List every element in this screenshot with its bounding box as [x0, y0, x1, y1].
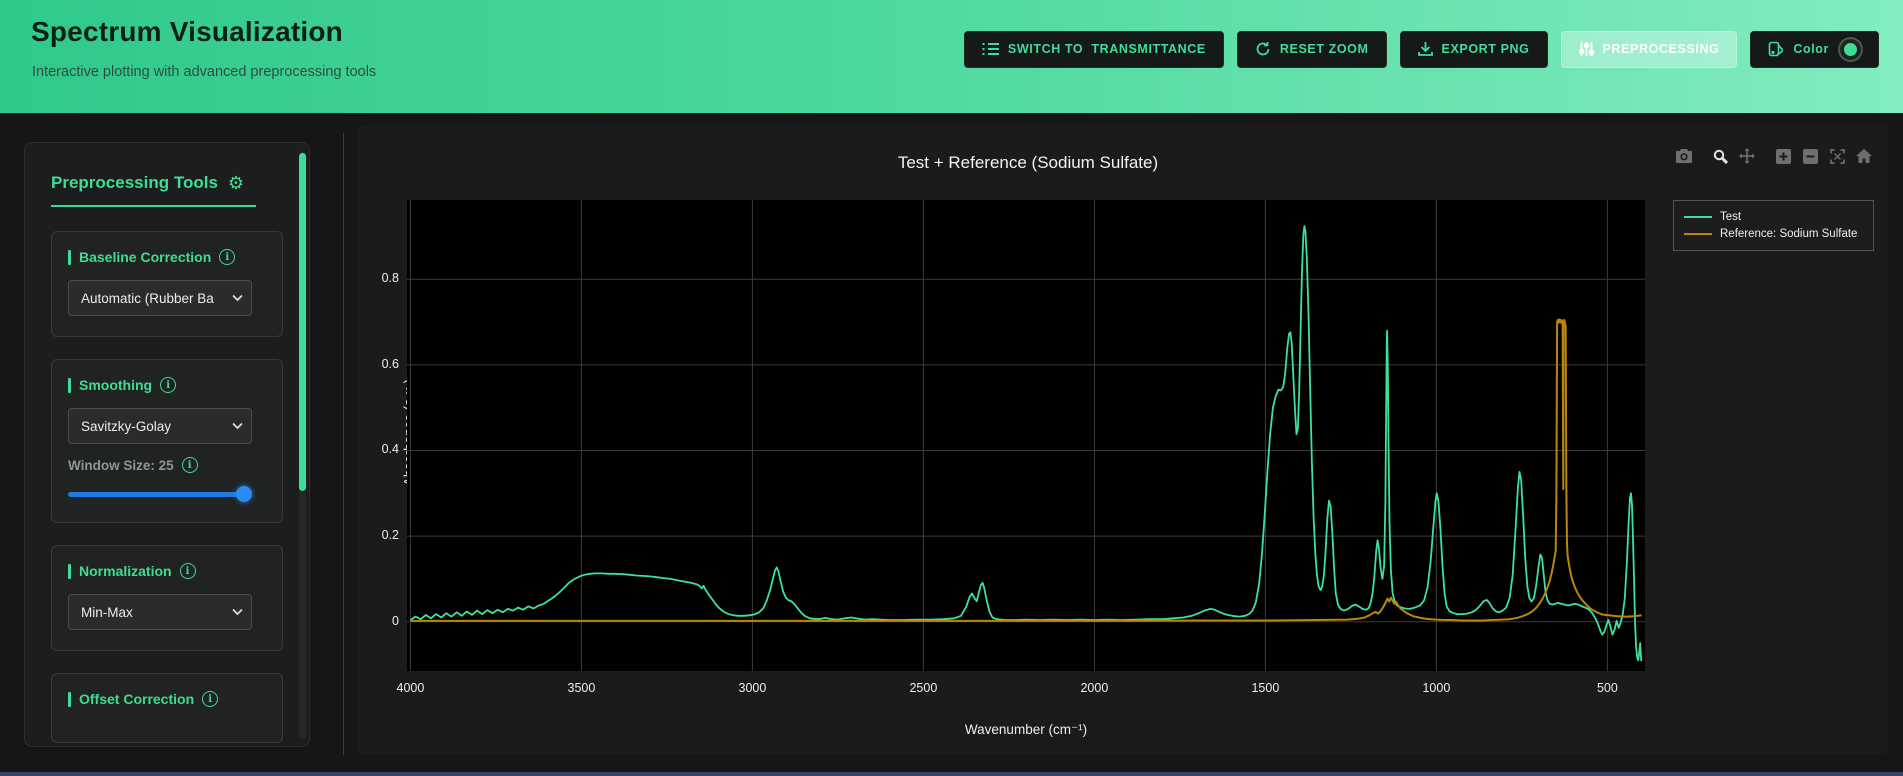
app-subtitle: Interactive plotting with advanced prepr…: [32, 64, 377, 80]
x-tick-label: 3500: [567, 681, 596, 695]
preprocessing-label: PREPROCESSING: [1602, 42, 1720, 56]
accent-bar: [68, 691, 71, 707]
y-tick-label: 0.4: [381, 442, 399, 457]
info-icon[interactable]: i: [179, 563, 196, 579]
info-icon[interactable]: i: [181, 457, 198, 473]
accent-bar: [68, 377, 71, 393]
color-toggle-button[interactable]: Color: [1750, 30, 1879, 68]
smoothing-card: Smoothing i Savitzky-Golay Window Size: …: [51, 359, 283, 523]
refresh-icon: [1255, 41, 1271, 57]
legend-label: Reference: Sodium Sulfate: [1720, 227, 1858, 240]
chart-card: Test + Reference (Sodium Sulfate) Absorb…: [358, 125, 1888, 754]
pan-icon[interactable]: [1737, 147, 1757, 165]
zoom-out-icon[interactable]: [1800, 147, 1820, 165]
smoothing-select[interactable]: Savitzky-Golay: [68, 408, 252, 444]
x-tick-label: 2000: [1080, 681, 1109, 695]
legend-item[interactable]: Test: [1684, 208, 1863, 225]
x-axis-title: Wavenumber (cm⁻¹): [964, 722, 1088, 737]
zoom-in-icon[interactable]: [1773, 147, 1793, 165]
reset-zoom-label: RESET ZOOM: [1279, 42, 1369, 56]
baseline-correction-card: Baseline Correction i Automatic (Rubber …: [51, 231, 283, 337]
info-icon[interactable]: i: [219, 249, 236, 265]
autoscale-icon[interactable]: [1827, 147, 1847, 165]
switch-to-transmittance-button[interactable]: SWITCH TO TRANSMITTANCE: [963, 30, 1224, 68]
accent-bar: [68, 563, 71, 579]
color-label: Color: [1793, 42, 1829, 56]
slider-track[interactable]: [68, 492, 248, 497]
x-tick-label: 1000: [1422, 681, 1451, 695]
panel-divider: [343, 133, 344, 755]
slider-thumb[interactable]: [236, 486, 252, 502]
zoom-icon[interactable]: [1710, 147, 1730, 165]
accent-bar: [68, 249, 71, 265]
info-icon[interactable]: i: [202, 691, 219, 707]
legend-label: Test: [1720, 210, 1742, 223]
header-toolbar: SWITCH TO TRANSMITTANCE RESET ZOOM EXPOR…: [963, 30, 1879, 68]
plot-modebar: [1674, 147, 1874, 165]
sidebar-scrollbar-thumb[interactable]: [299, 153, 306, 491]
color-toggle-knob[interactable]: [1840, 38, 1861, 60]
y-tick-label: 0: [392, 613, 399, 628]
legend-item[interactable]: Reference: Sodium Sulfate: [1684, 225, 1863, 242]
x-tick-label: 4000: [396, 681, 425, 695]
smoothing-title: Smoothing: [79, 377, 153, 393]
normalization-select[interactable]: Min-Max: [68, 594, 252, 630]
home-icon[interactable]: [1854, 147, 1874, 165]
app-title: Spectrum Visualization: [31, 16, 343, 47]
plot-legend: Test Reference: Sodium Sulfate: [1673, 200, 1874, 251]
normalization-card: Normalization i Min-Max: [51, 545, 283, 651]
y-tick-label: 0.2: [381, 528, 399, 543]
sliders-icon: [1578, 41, 1594, 57]
offset-correction-title: Offset Correction: [79, 691, 195, 707]
palette-icon: [1768, 41, 1784, 57]
baseline-correction-title: Baseline Correction: [79, 249, 212, 265]
window-size-label: Window Size: 25: [68, 457, 174, 473]
panel-title-underline: [51, 205, 256, 207]
switch-to-transmittance-label: SWITCH TO TRANSMITTANCE: [1007, 42, 1206, 56]
x-tick-label: 3000: [738, 681, 767, 695]
normalization-title: Normalization: [79, 563, 172, 579]
bottom-accent-bar: [0, 772, 1903, 776]
preprocessing-panel: Preprocessing Tools ⚙ Baseline Correctio…: [24, 142, 310, 747]
info-icon[interactable]: i: [160, 377, 177, 393]
list-icon: [982, 42, 999, 56]
offset-correction-card: Offset Correction i: [51, 673, 283, 743]
app-header: Spectrum Visualization Interactive plott…: [0, 0, 1903, 113]
export-png-label: EXPORT PNG: [1441, 42, 1530, 56]
spectrum-plot: [407, 200, 1645, 671]
x-tick-label: 2500: [909, 681, 938, 695]
y-tick-label: 0.6: [381, 356, 399, 371]
y-tick-label: 0.8: [381, 271, 399, 286]
x-tick-label: 1500: [1251, 681, 1280, 695]
panel-title: Preprocessing Tools: [51, 173, 218, 192]
reset-zoom-button[interactable]: RESET ZOOM: [1236, 30, 1387, 68]
legend-line-swatch: [1684, 232, 1712, 235]
main-area: Preprocessing Tools ⚙ Baseline Correctio…: [0, 113, 1903, 776]
window-size-slider[interactable]: [68, 486, 252, 502]
camera-icon[interactable]: [1674, 147, 1694, 165]
export-png-button[interactable]: EXPORT PNG: [1399, 30, 1548, 68]
gear-icon[interactable]: ⚙: [228, 174, 244, 192]
download-icon: [1417, 41, 1433, 57]
chart-title: Test + Reference (Sodium Sulfate): [897, 153, 1159, 172]
plot-area[interactable]: [407, 200, 1645, 671]
legend-line-swatch: [1684, 215, 1712, 218]
baseline-correction-select[interactable]: Automatic (Rubber Ba: [68, 280, 252, 316]
x-tick-label: 500: [1596, 681, 1618, 695]
preprocessing-button[interactable]: PREPROCESSING: [1560, 30, 1738, 68]
